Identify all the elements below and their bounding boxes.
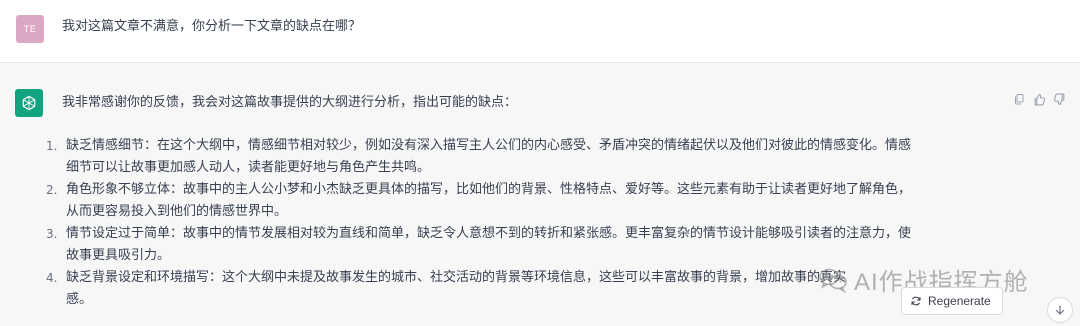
- list-line: 感。: [66, 292, 93, 307]
- list-item: 4. 缺乏背景设定和环境描写：这个大纲中未提及故事发生的城市、社交活动的背景等环…: [46, 267, 1006, 311]
- shortcomings-list: 1. 缺乏情感细节：在这个大纲中，情感细节相对较少，例如没有深入描写主人公们的内…: [46, 135, 1006, 311]
- copy-icon[interactable]: [1012, 92, 1026, 106]
- assistant-intro-text: 我非常感谢你的反馈，我会对这篇故事提供的大纲进行分析，指出可能的缺点：: [62, 95, 518, 110]
- list-line: 缺乏背景设定和环境描写：这个大纲中未提及故事发生的城市、社交活动的背景等环境信息…: [66, 270, 847, 285]
- list-number: 3.: [46, 227, 58, 241]
- user-message-text: 我对这篇文章不满意，你分析一下文章的缺点在哪？: [62, 19, 362, 34]
- list-number: 1.: [46, 139, 58, 153]
- list-line: 情节设定过于简单：故事中的情节发展相对较为直线和简单，缺乏令人意想不到的转折和紧…: [66, 226, 912, 241]
- list-number: 4.: [46, 271, 58, 285]
- thumbs-up-icon[interactable]: [1032, 92, 1046, 106]
- list-line: 从而更容易投入到他们的情感世界中。: [66, 204, 288, 219]
- regenerate-button[interactable]: Regenerate: [901, 287, 1003, 315]
- list-item: 2. 角色形象不够立体：故事中的主人公小梦和小杰缺乏更具体的描写，比如他们的背景…: [46, 179, 1006, 223]
- user-avatar: TE: [16, 15, 44, 43]
- list-line: 故事更具吸引力。: [66, 248, 171, 263]
- list-line: 缺乏情感细节：在这个大纲中，情感细节相对较少，例如没有深入描写主人公们的内心感受…: [66, 138, 912, 153]
- list-item: 1. 缺乏情感细节：在这个大纲中，情感细节相对较少，例如没有深入描写主人公们的内…: [46, 135, 1006, 179]
- scroll-to-bottom-button[interactable]: [1047, 297, 1073, 323]
- user-message-row: TE 我对这篇文章不满意，你分析一下文章的缺点在哪？: [0, 0, 1080, 63]
- openai-logo-icon: [22, 95, 36, 111]
- list-number: 2.: [46, 183, 58, 197]
- arrow-down-icon: [1055, 305, 1065, 315]
- message-actions: [1012, 92, 1066, 106]
- regenerate-label: Regenerate: [928, 294, 991, 308]
- refresh-icon: [911, 296, 921, 306]
- list-line: 角色形象不够立体：故事中的主人公小梦和小杰缺乏更具体的描写，比如他们的背景、性格…: [66, 182, 912, 197]
- list-item: 3. 情节设定过于简单：故事中的情节发展相对较为直线和简单，缺乏令人意想不到的转…: [46, 223, 1006, 267]
- thumbs-down-icon[interactable]: [1052, 92, 1066, 106]
- assistant-avatar: [15, 89, 43, 117]
- list-line: 细节可以让故事更加感人动人，读者能更好地与角色产生共鸣。: [66, 160, 431, 175]
